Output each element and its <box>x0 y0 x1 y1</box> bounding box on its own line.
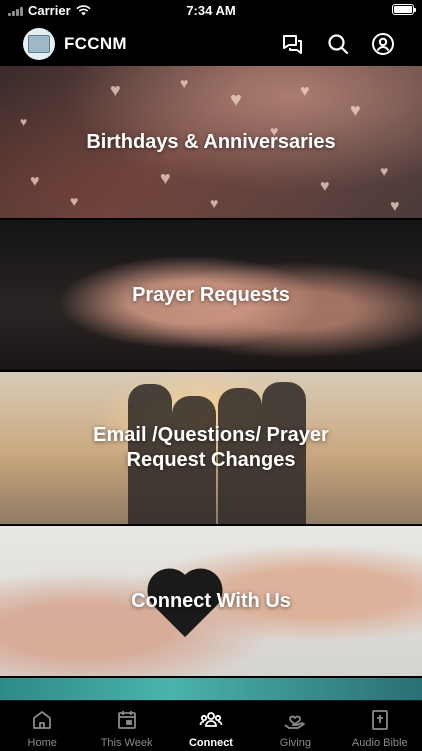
tile-connect-with-us[interactable]: Connect With Us <box>0 526 422 676</box>
bible-icon <box>371 710 388 730</box>
svg-text:♥: ♥ <box>70 193 78 209</box>
tab-bar: Home This Week Connect Giving Audio Bibl… <box>0 700 422 751</box>
svg-text:♥: ♥ <box>350 100 361 120</box>
app-title: FCCNM <box>64 34 127 53</box>
tile-birthdays-anniversaries[interactable]: ♥ ♥ ♥ ♥ ♥ ♥ ♥ ♥ ♥ ♥ ♥ ♥ ♥ ♥ Birthdays & Anniver… <box>0 66 422 218</box>
app-logo[interactable] <box>23 28 55 60</box>
svg-text:♥: ♥ <box>230 89 242 111</box>
people-icon <box>199 712 223 727</box>
tab-label: Connect <box>188 737 233 749</box>
svg-text:♥: ♥ <box>380 163 388 179</box>
svg-text:♥: ♥ <box>160 168 171 188</box>
tab-label: Giving <box>279 737 311 749</box>
svg-text:♥: ♥ <box>110 80 121 100</box>
svg-text:♥: ♥ <box>320 178 330 195</box>
tab-audio-bible[interactable]: Audio Bible <box>338 701 422 751</box>
status-bar: Carrier 7:34 AM <box>0 0 422 22</box>
tile-prayer-requests[interactable]: Prayer Requests <box>0 220 422 370</box>
search-icon[interactable] <box>326 32 350 56</box>
calendar-icon <box>117 711 136 729</box>
svg-text:♥: ♥ <box>210 195 218 211</box>
svg-text:♥: ♥ <box>390 198 400 215</box>
status-time: 7:34 AM <box>186 3 236 18</box>
tile-label: Prayer Requests <box>132 283 290 306</box>
home-icon <box>33 711 52 729</box>
svg-text:♥: ♥ <box>20 115 27 129</box>
battery-icon <box>392 4 416 15</box>
svg-text:♥: ♥ <box>30 173 40 190</box>
tile-email-questions[interactable]: Email /Questions/ Prayer Request Changes <box>0 372 422 524</box>
tile-label: Birthdays & Anniversaries <box>86 130 336 153</box>
tab-label: Home <box>27 737 57 749</box>
tile-label: Email /Questions/ Prayer Request Changes <box>93 424 329 471</box>
svg-text:♥: ♥ <box>180 75 188 91</box>
tab-home[interactable]: Home <box>0 701 84 751</box>
tab-this-week[interactable]: This Week <box>85 701 169 751</box>
app-header: FCCNM <box>0 22 422 66</box>
tab-giving[interactable]: Giving <box>253 701 337 751</box>
tile-label: Connect With Us <box>131 589 291 612</box>
chat-icon[interactable] <box>281 32 305 56</box>
tab-label: This Week <box>100 737 153 749</box>
giving-icon <box>284 715 306 729</box>
tile-partial[interactable] <box>0 678 422 700</box>
svg-text:♥: ♥ <box>300 83 310 100</box>
profile-icon[interactable] <box>371 32 395 56</box>
tab-connect[interactable]: Connect <box>169 701 253 751</box>
tab-label: Audio Bible <box>351 737 408 749</box>
